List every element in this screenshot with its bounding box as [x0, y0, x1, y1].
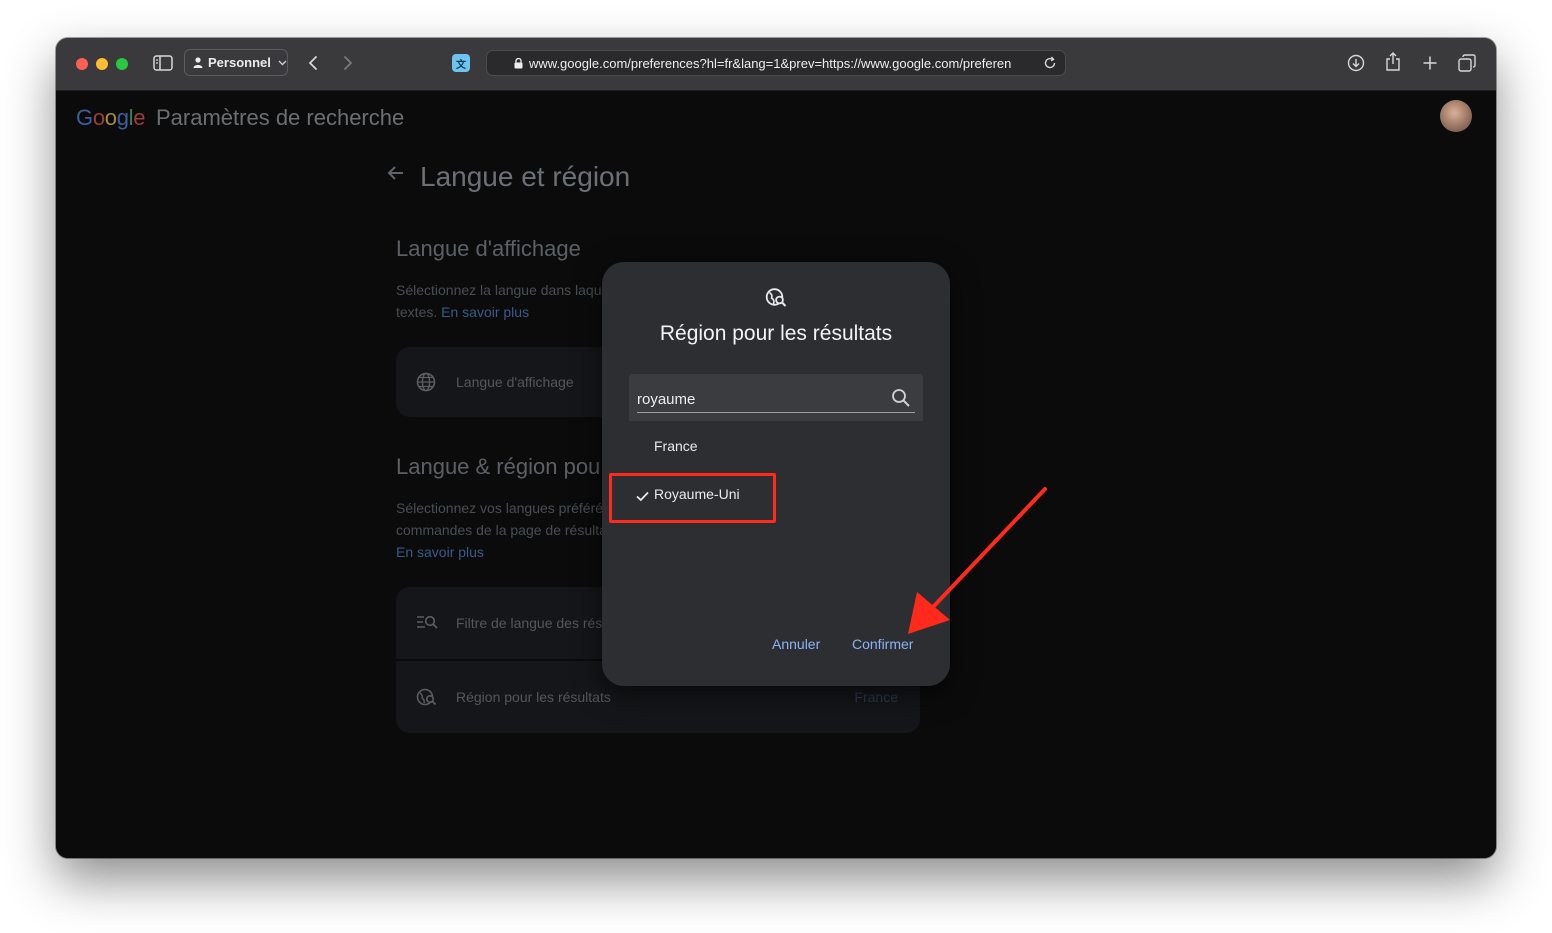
display-language-heading: Langue d'affichage: [396, 236, 581, 261]
back-nav-icon[interactable]: [304, 53, 322, 73]
display-language-label: Langue d'affichage: [456, 374, 574, 390]
translate-icon[interactable]: 文: [452, 54, 470, 72]
search-icon[interactable]: [891, 388, 911, 413]
new-tab-icon[interactable]: [1420, 53, 1440, 73]
minimize-window-button[interactable]: [96, 58, 108, 70]
address-bar[interactable]: www.google.com/preferences?hl=fr&lang=1&…: [486, 50, 1066, 76]
browser-toolbar: Personnel 文 www.google.com/preferences?h…: [56, 38, 1496, 91]
globe-search-icon: [416, 687, 438, 712]
display-language-description: Sélectionnez la langue dans laqu textes.…: [396, 282, 602, 320]
tab-overview-icon[interactable]: [1457, 53, 1477, 73]
lock-icon: [514, 58, 523, 69]
search-language-description: Sélectionnez vos langues préféré command…: [396, 497, 607, 563]
forward-nav-icon[interactable]: [339, 53, 357, 73]
share-icon[interactable]: [1383, 51, 1403, 73]
filter-search-icon: [416, 614, 438, 635]
annotation-highlight-box: [609, 473, 776, 523]
page-title: Paramètres de recherche: [156, 105, 405, 130]
profile-label: Personnel: [208, 55, 271, 70]
results-region-value: France: [854, 689, 898, 705]
globe-icon: [416, 372, 436, 397]
search-language-heading: Langue & région pou: [396, 454, 601, 479]
region-search-box: [629, 374, 923, 421]
browser-window: Personnel 文 www.google.com/preferences?h…: [56, 38, 1496, 858]
avatar[interactable]: [1440, 100, 1472, 132]
zoom-window-button[interactable]: [116, 58, 128, 70]
chevron-down-icon: [278, 60, 287, 65]
dialog-title: Région pour les résultats: [659, 322, 893, 345]
profile-switcher[interactable]: Personnel: [184, 49, 288, 76]
sidebar-toggle-icon[interactable]: [152, 53, 174, 73]
results-region-label: Région pour les résultats: [456, 689, 611, 705]
language-filter-label: Filtre de langue des rés: [456, 615, 603, 631]
region-search-input[interactable]: [637, 386, 887, 412]
region-dialog: Région pour les résultats France Royaume…: [602, 262, 950, 686]
learn-more-link-2[interactable]: En savoir plus: [396, 541, 607, 563]
page-content: Google Paramètres de recherche Langue et…: [56, 91, 1496, 858]
downloads-icon[interactable]: [1346, 53, 1366, 73]
reload-icon[interactable]: [1043, 56, 1057, 70]
section-title: Langue et région: [420, 161, 631, 192]
globe-search-icon: [765, 287, 787, 314]
back-arrow-icon[interactable]: [386, 163, 406, 188]
learn-more-link[interactable]: En savoir plus: [441, 304, 529, 320]
cancel-button[interactable]: Annuler: [772, 636, 820, 652]
option-france[interactable]: France: [654, 438, 698, 454]
close-window-button[interactable]: [76, 58, 88, 70]
person-icon: [193, 57, 203, 68]
url-text: www.google.com/preferences?hl=fr&lang=1&…: [529, 55, 1012, 71]
confirm-button[interactable]: Confirmer: [852, 636, 913, 652]
google-logo[interactable]: Google: [76, 105, 145, 131]
